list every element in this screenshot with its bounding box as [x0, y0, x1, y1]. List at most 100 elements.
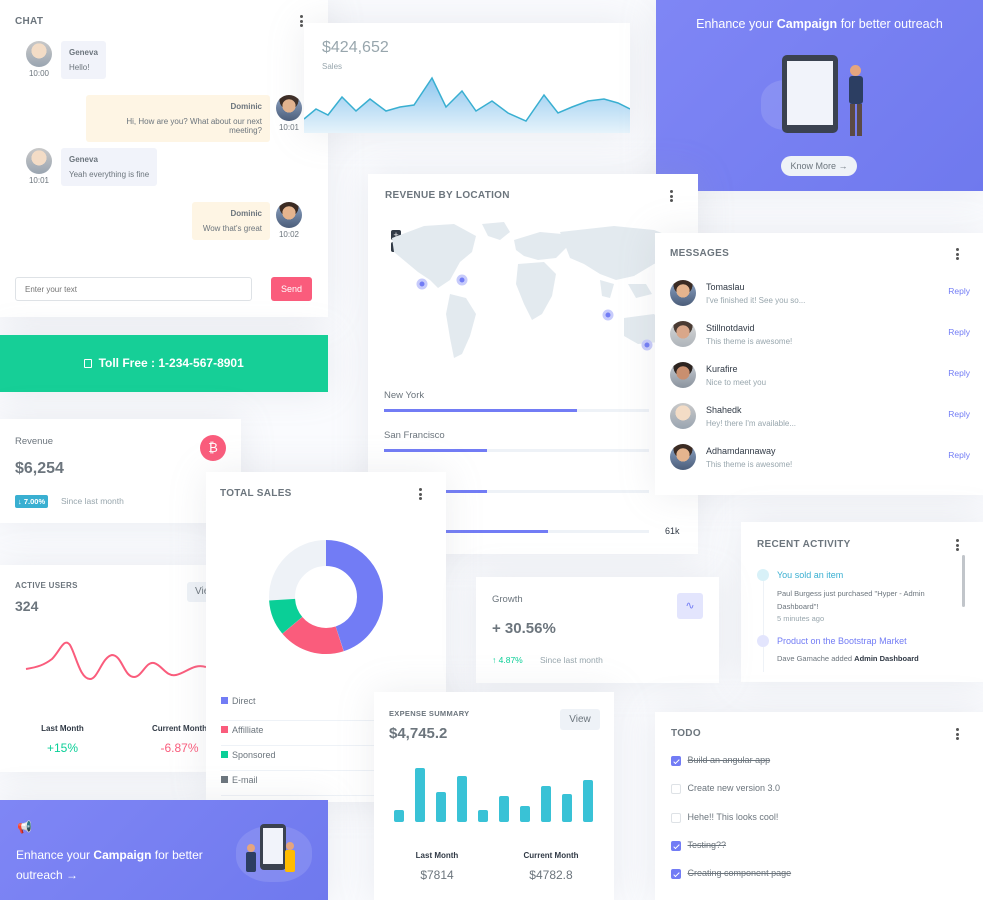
growth-card: Growth + 30.56% ∿ ↑ 4.87% Since last mon…	[476, 577, 719, 683]
timeline-line	[763, 572, 764, 672]
message-text: Hi, How are you? What about our next mee…	[126, 117, 262, 135]
growth-pct: ↑ 4.87%	[492, 655, 523, 665]
revenue-label: Revenue	[15, 436, 54, 447]
current-month-label: Current Month	[151, 724, 206, 733]
message-author: Shahedk	[706, 405, 742, 415]
activity-scrollbar[interactable]	[962, 555, 965, 607]
message-list-item[interactable]: Adhamdannaway This theme is awesome! Rep…	[670, 444, 970, 474]
messages-card: MESSAGES Tomaslau I've finished it! See …	[655, 233, 983, 495]
checkbox-checked[interactable]	[671, 840, 681, 851]
avatar	[276, 95, 302, 121]
message-time: 10:01	[28, 176, 50, 185]
activity-desc: Dave Gamache added Admin Dashboard	[777, 654, 919, 663]
growth-since: Since last month	[540, 655, 603, 665]
reply-link[interactable]: Reply	[948, 368, 970, 378]
message-author: Tomaslau	[706, 282, 745, 292]
todo-item[interactable]: Testing??	[671, 840, 726, 851]
location-item: San Francisco	[384, 430, 649, 452]
message-text: Hello!	[69, 63, 90, 72]
expense-view-button[interactable]: View	[560, 709, 600, 730]
active-users-value: 324	[15, 598, 39, 614]
location-item: New York	[384, 390, 649, 412]
message-text: Wow that's great	[202, 224, 262, 233]
activity-desc-bold: Admin Dashboard	[854, 654, 919, 663]
know-more-button[interactable]: Know More →	[781, 156, 857, 176]
avatar	[26, 41, 52, 67]
todo-item[interactable]: Creating component page	[671, 868, 791, 879]
activity-title[interactable]: Product on the Bootstrap Market	[777, 636, 907, 646]
recent-activity-card: RECENT ACTIVITY You sold an item Paul Bu…	[741, 522, 983, 682]
revenue-badge: ↓ 7.00%	[15, 495, 49, 508]
toll-free-banner[interactable]: Toll Free : 1-234-567-8901	[0, 335, 328, 392]
message-sender: Dominic	[230, 102, 262, 111]
world-map	[392, 222, 680, 358]
revenue-badge-value: 7.00%	[23, 497, 46, 506]
campaign-bottom-bold: Campaign	[93, 848, 152, 862]
send-button[interactable]: Send	[271, 277, 312, 301]
revenue-value: $6,254	[15, 460, 64, 477]
activity-desc: Paul Burgess just purchased "Hyper - Adm…	[777, 589, 925, 611]
revenue-since: Since last month	[61, 496, 124, 506]
total-sales-menu-icon[interactable]	[419, 488, 422, 502]
growth-value: + 30.56%	[492, 620, 556, 637]
todo-text: Create new version 3.0	[687, 783, 781, 793]
active-users-sparkline	[25, 641, 206, 681]
location-name: New York	[384, 390, 425, 401]
bitcoin-icon: ₿	[200, 435, 226, 461]
message-preview: This theme is awesome!	[706, 460, 793, 469]
recent-activity-title: RECENT ACTIVITY	[757, 539, 851, 550]
todo-title: TODO	[671, 728, 701, 739]
total-sales-donut	[269, 540, 383, 654]
arrow-down-icon: ↓	[18, 497, 22, 506]
checkbox-unchecked[interactable]	[671, 812, 681, 823]
todo-item[interactable]: Hehe!! This looks cool!	[671, 812, 778, 823]
message-list-item[interactable]: Tomaslau I've finished it! See you so...…	[670, 280, 970, 310]
arrow-right-icon: →	[838, 161, 848, 171]
checkbox-checked[interactable]	[671, 755, 681, 766]
message-bubble: Geneva Hello!	[61, 41, 106, 79]
avatar	[670, 362, 696, 388]
legend-swatch	[221, 751, 228, 758]
campaign-bottom-banner[interactable]: 📢 Enhance your Campaign for better outre…	[0, 800, 328, 900]
legend-swatch	[221, 726, 228, 733]
chat-message: 10:02	[276, 202, 302, 239]
checkbox-checked[interactable]	[671, 868, 681, 879]
location-progress-bar	[384, 409, 578, 412]
expense-bar-chart	[394, 768, 593, 822]
avatar	[26, 148, 52, 174]
message-bubble: Geneva Yeah everything is fine	[61, 148, 158, 186]
location-title: REVENUE BY LOCATION	[385, 190, 510, 201]
reply-link[interactable]: Reply	[948, 286, 970, 296]
message-list-item[interactable]: Shahedk Hey! there I'm available... Repl…	[670, 403, 970, 433]
reply-link[interactable]: Reply	[948, 327, 970, 337]
legend-label: Direct	[232, 696, 256, 706]
message-list-item[interactable]: Stillnotdavid This theme is awesome! Rep…	[670, 321, 970, 351]
todo-item[interactable]: Build an angular app	[671, 755, 770, 766]
pulse-icon: ∿	[677, 593, 703, 619]
avatar	[670, 321, 696, 347]
avatar	[276, 202, 302, 228]
messages-menu-icon[interactable]	[956, 248, 959, 262]
chat-input[interactable]	[15, 277, 252, 301]
chat-menu-icon[interactable]	[300, 15, 303, 29]
message-preview: I've finished it! See you so...	[706, 296, 806, 305]
campaign-bottom-illustration	[236, 820, 316, 884]
active-users-view-button[interactable]: View	[187, 582, 206, 602]
avatar	[670, 403, 696, 429]
location-name: San Francisco	[384, 430, 445, 441]
chat-message: 10:01	[26, 148, 52, 185]
megaphone-icon: 📢	[17, 820, 32, 834]
reply-link[interactable]: Reply	[948, 450, 970, 460]
location-menu-icon[interactable]	[670, 190, 673, 204]
todo-text: Hehe!! This looks cool!	[687, 812, 779, 822]
checkbox-unchecked[interactable]	[671, 783, 681, 794]
todo-menu-icon[interactable]	[956, 728, 959, 742]
activity-time: 5 minutes ago	[777, 614, 825, 623]
reply-link[interactable]: Reply	[948, 409, 970, 419]
recent-activity-menu-icon[interactable]	[956, 539, 959, 553]
message-list-item[interactable]: Kurafire Nice to meet you Reply	[670, 362, 970, 392]
activity-title[interactable]: You sold an item	[777, 570, 843, 580]
todo-item[interactable]: Create new version 3.0	[671, 783, 780, 794]
arrow-up-icon: ↑	[492, 655, 497, 665]
location-value: 61k	[665, 526, 680, 536]
